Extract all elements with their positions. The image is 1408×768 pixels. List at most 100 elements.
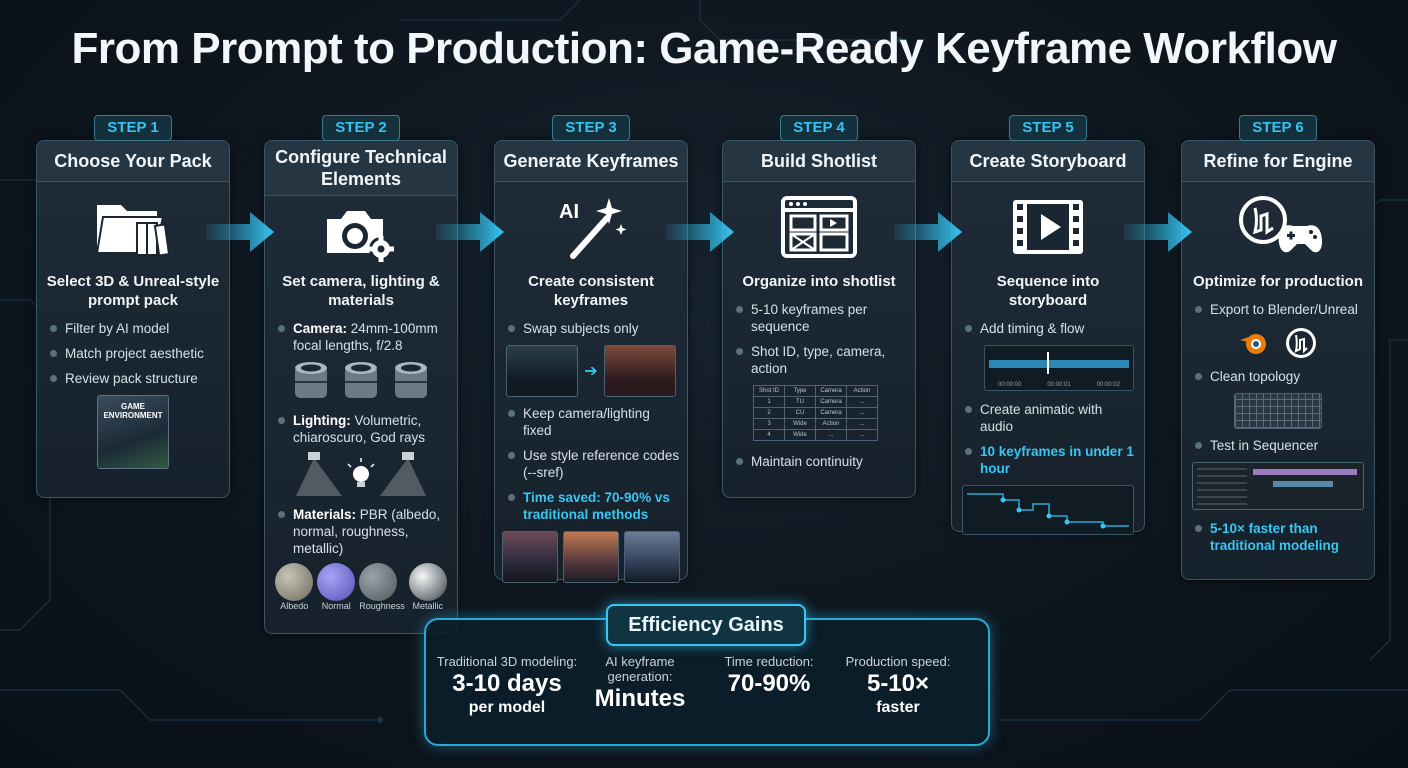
- table-cell: ...: [815, 429, 847, 441]
- keyframe-thumbnail: [563, 531, 619, 583]
- stat-unit: per model: [468, 699, 546, 716]
- stat-traditional: Traditional 3D modeling: 3-10 days per m…: [436, 654, 578, 717]
- bullet-item: Maintain continuity: [723, 453, 915, 470]
- bullet-item: Review pack structure: [37, 370, 229, 387]
- stat-value: 70-90%: [727, 670, 811, 697]
- stat-value: Minutes: [594, 685, 686, 712]
- highlight-bullet: 5-10× faster than traditional modeling: [1182, 520, 1374, 554]
- step-heading: Build Shotlist: [723, 141, 915, 182]
- swatch-label: Metallic: [412, 601, 444, 611]
- table-cell: Wide: [784, 418, 816, 430]
- step-badge: STEP 3: [552, 115, 630, 141]
- step-subheading: Create consistent keyframes: [528, 273, 654, 309]
- table-cell: TU: [784, 396, 816, 408]
- ai-magic-wand-icon: AI: [495, 182, 687, 272]
- keyframe-thumbnail: [506, 345, 579, 397]
- pack-cover-image: GAME ENVIRONMENT: [97, 395, 169, 469]
- stat-label: AI keyframe generation:: [605, 654, 675, 684]
- camera-label: Camera:: [293, 321, 348, 336]
- stat-time-reduction: Time reduction: 70-90%: [714, 654, 824, 699]
- playhead-icon: [1047, 352, 1049, 374]
- table-cell: 1: [753, 396, 785, 408]
- page-title: From Prompt to Production: Game-Ready Ke…: [71, 24, 1337, 73]
- material-swatch: Roughness: [359, 563, 405, 611]
- step-subheading: Set camera, lighting & materials: [282, 273, 440, 309]
- arrow-right-icon: [666, 212, 734, 252]
- keyframe-strip: [495, 531, 687, 583]
- table-cell: 3: [753, 418, 785, 430]
- table-cell: Camera: [815, 407, 847, 419]
- step-badge: STEP 4: [780, 115, 858, 141]
- material-swatch: Metallic: [408, 563, 447, 611]
- timeline-graphic: 00:00:00 00:00:01 00:00:02: [984, 345, 1134, 391]
- bullet-item: Match project aesthetic: [37, 345, 229, 362]
- lighting-label: Lighting:: [293, 413, 351, 428]
- table-cell: ...: [846, 396, 878, 408]
- unreal-gamepad-icon: [1182, 182, 1374, 272]
- arrow-right-icon: [436, 212, 504, 252]
- step-subheading: Sequence into storyboard: [996, 273, 1100, 309]
- table-row: 4 Wide......: [753, 429, 878, 441]
- bullet-item: Shot ID, type, camera, action: [723, 343, 915, 377]
- spotlight-illustration: [265, 450, 457, 500]
- topology-mesh-image: [1234, 393, 1322, 429]
- step-6-card: STEP 6 Refine for Engine Optimize for pr…: [1181, 115, 1375, 580]
- step-badge: STEP 2: [322, 115, 400, 141]
- stat-value: 5-10×: [866, 670, 930, 697]
- efficiency-title: Efficiency Gains: [606, 604, 806, 646]
- step-badge: STEP 6: [1239, 115, 1317, 141]
- bullet-item: Filter by AI model: [37, 320, 229, 337]
- step-badge: STEP 1: [94, 115, 172, 141]
- step-4-card: STEP 4 Build Shotlist Organize into shot…: [722, 115, 916, 498]
- sequencer-screenshot: [1192, 462, 1364, 510]
- step-heading: Create Storyboard: [952, 141, 1144, 182]
- bullet-item: Clean topology: [1182, 368, 1374, 385]
- table-cell: CU: [784, 407, 816, 419]
- stat-label: Time reduction:: [724, 654, 814, 669]
- bullet-item: Add timing & flow: [952, 320, 1144, 337]
- pack-cover-title: GAME ENVIRONMENT: [103, 402, 163, 420]
- step-5-card: STEP 5 Create Storyboard Sequence into s…: [951, 115, 1145, 535]
- step-subheading: Organize into shotlist: [742, 273, 896, 290]
- animation-curve-graphic: [962, 485, 1134, 535]
- table-header-cell: Action: [846, 385, 878, 397]
- table-cell: Camera: [815, 396, 847, 408]
- step-1-card: STEP 1 Choose Your Pack Select 3D & Unre…: [36, 115, 230, 498]
- step-subheading: Optimize for production: [1193, 273, 1363, 290]
- step-heading: Refine for Engine: [1182, 141, 1374, 182]
- swatch-label: Albedo: [280, 601, 309, 611]
- ai-icon-text: AI: [559, 201, 579, 223]
- step-subheading: Select 3D & Unreal-style prompt pack: [46, 273, 220, 309]
- material-swatch: Normal: [317, 563, 356, 611]
- stat-label: Traditional 3D modeling:: [436, 654, 578, 669]
- unreal-icon: [1286, 328, 1316, 358]
- folder-icon: [37, 182, 229, 272]
- camera-gear-icon: [265, 196, 457, 272]
- keyframe-thumbnail: [603, 345, 676, 397]
- keyframe-thumbnail: [624, 531, 680, 583]
- arrow-right-icon: [894, 212, 962, 252]
- swatch-label: Roughness: [359, 601, 405, 611]
- step-3-card: STEP 3 Generate Keyframes AI Create cons…: [494, 115, 688, 583]
- arrow-right-icon: ➔: [584, 363, 598, 380]
- stat-production-speed: Production speed: 5-10× faster: [838, 654, 958, 717]
- step-heading: Choose Your Pack: [37, 141, 229, 182]
- highlight-bullet: Time saved: 70-90% vs traditional method…: [495, 489, 687, 523]
- bullet-item: Export to Blender/Unreal: [1182, 301, 1374, 318]
- materials-bullet: Materials: PBR (albedo, normal, roughnes…: [265, 506, 457, 557]
- bullet-item: Test in Sequencer: [1182, 437, 1374, 454]
- table-header-cell: Camera: [815, 385, 847, 397]
- table-cell: ...: [846, 429, 878, 441]
- table-header-row: Shot ID Type Camera Action: [753, 385, 878, 397]
- table-cell: 4: [753, 429, 785, 441]
- table-cell: 2: [753, 407, 785, 419]
- table-cell: ...: [846, 418, 878, 430]
- shotlist-table: Shot ID Type Camera Action 1 TU Camera... …: [753, 385, 878, 441]
- step-heading: Generate Keyframes: [495, 141, 687, 182]
- bullet-item: 5-10 keyframes per sequence: [723, 301, 915, 335]
- timeline-label: 00:00:02: [1096, 382, 1120, 388]
- bullet-item: Keep camera/lighting fixed: [495, 405, 687, 439]
- swatch-label: Normal: [321, 601, 351, 611]
- material-swatch: Albedo: [275, 563, 314, 611]
- step-badge: STEP 5: [1009, 115, 1087, 141]
